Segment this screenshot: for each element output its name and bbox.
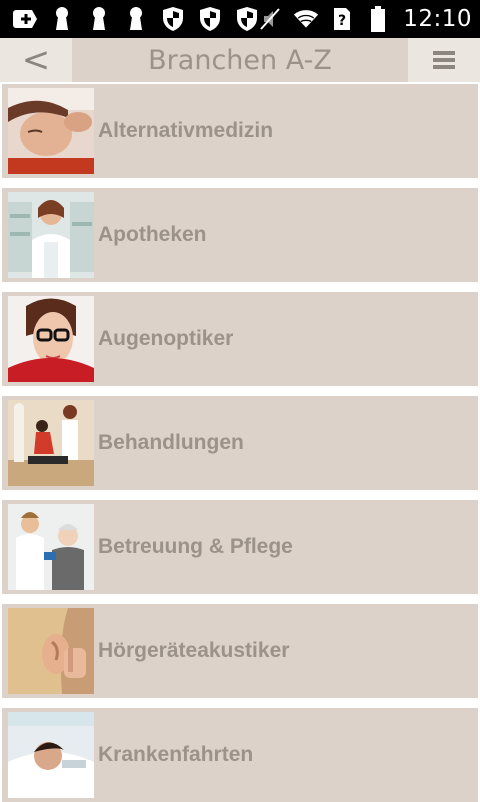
clock: 12:10 [403,6,472,32]
hamburger-icon [433,51,455,69]
category-thumbnail [8,400,94,486]
svg-text:?: ? [338,13,346,29]
category-item-apotheken[interactable]: Apotheken [2,188,478,282]
question-sim-icon: ? [329,6,355,32]
category-label: Augenoptiker [98,327,234,350]
shield-icon [197,6,223,32]
status-bar: ? 12:10 [0,0,480,38]
category-label: Betreuung & Pflege [98,535,293,558]
wifi-icon [293,6,319,32]
category-label: Krankenfahrten [98,743,254,766]
category-label: Behandlungen [98,431,244,454]
menu-button[interactable] [408,38,480,82]
shield-icon [234,6,260,32]
category-label: Alternativmedizin [98,119,274,142]
category-item-behandlungen[interactable]: Behandlungen [2,396,478,490]
plus-box-icon [12,6,38,32]
keyhole-icon [86,6,112,32]
category-item-krankenfahrten[interactable]: Krankenfahrten [2,708,478,802]
category-thumbnail [8,88,94,174]
keyhole-icon [123,6,149,32]
category-label: Apotheken [98,223,207,246]
page-title: Branchen A-Z [148,44,332,76]
category-thumbnail [8,296,94,382]
category-thumbnail [8,712,94,798]
category-thumbnail [8,504,94,590]
shield-icon [160,6,186,32]
app-header: < Branchen A-Z [0,38,480,82]
category-label: Hörgeräteakustiker [98,639,290,662]
category-item-hoergeraeteakustiker[interactable]: Hörgeräteakustiker [2,604,478,698]
keyhole-icon [49,6,75,32]
battery-icon [365,6,391,32]
back-chevron-icon: < [21,40,51,80]
back-button[interactable]: < [0,38,72,82]
category-item-betreuung-pflege[interactable]: Betreuung & Pflege [2,500,478,594]
category-item-augenoptiker[interactable]: Augenoptiker [2,292,478,386]
muted-icon [257,6,283,32]
category-item-alternativmedizin[interactable]: Alternativmedizin [2,84,478,178]
category-thumbnail [8,608,94,694]
category-thumbnail [8,192,94,278]
